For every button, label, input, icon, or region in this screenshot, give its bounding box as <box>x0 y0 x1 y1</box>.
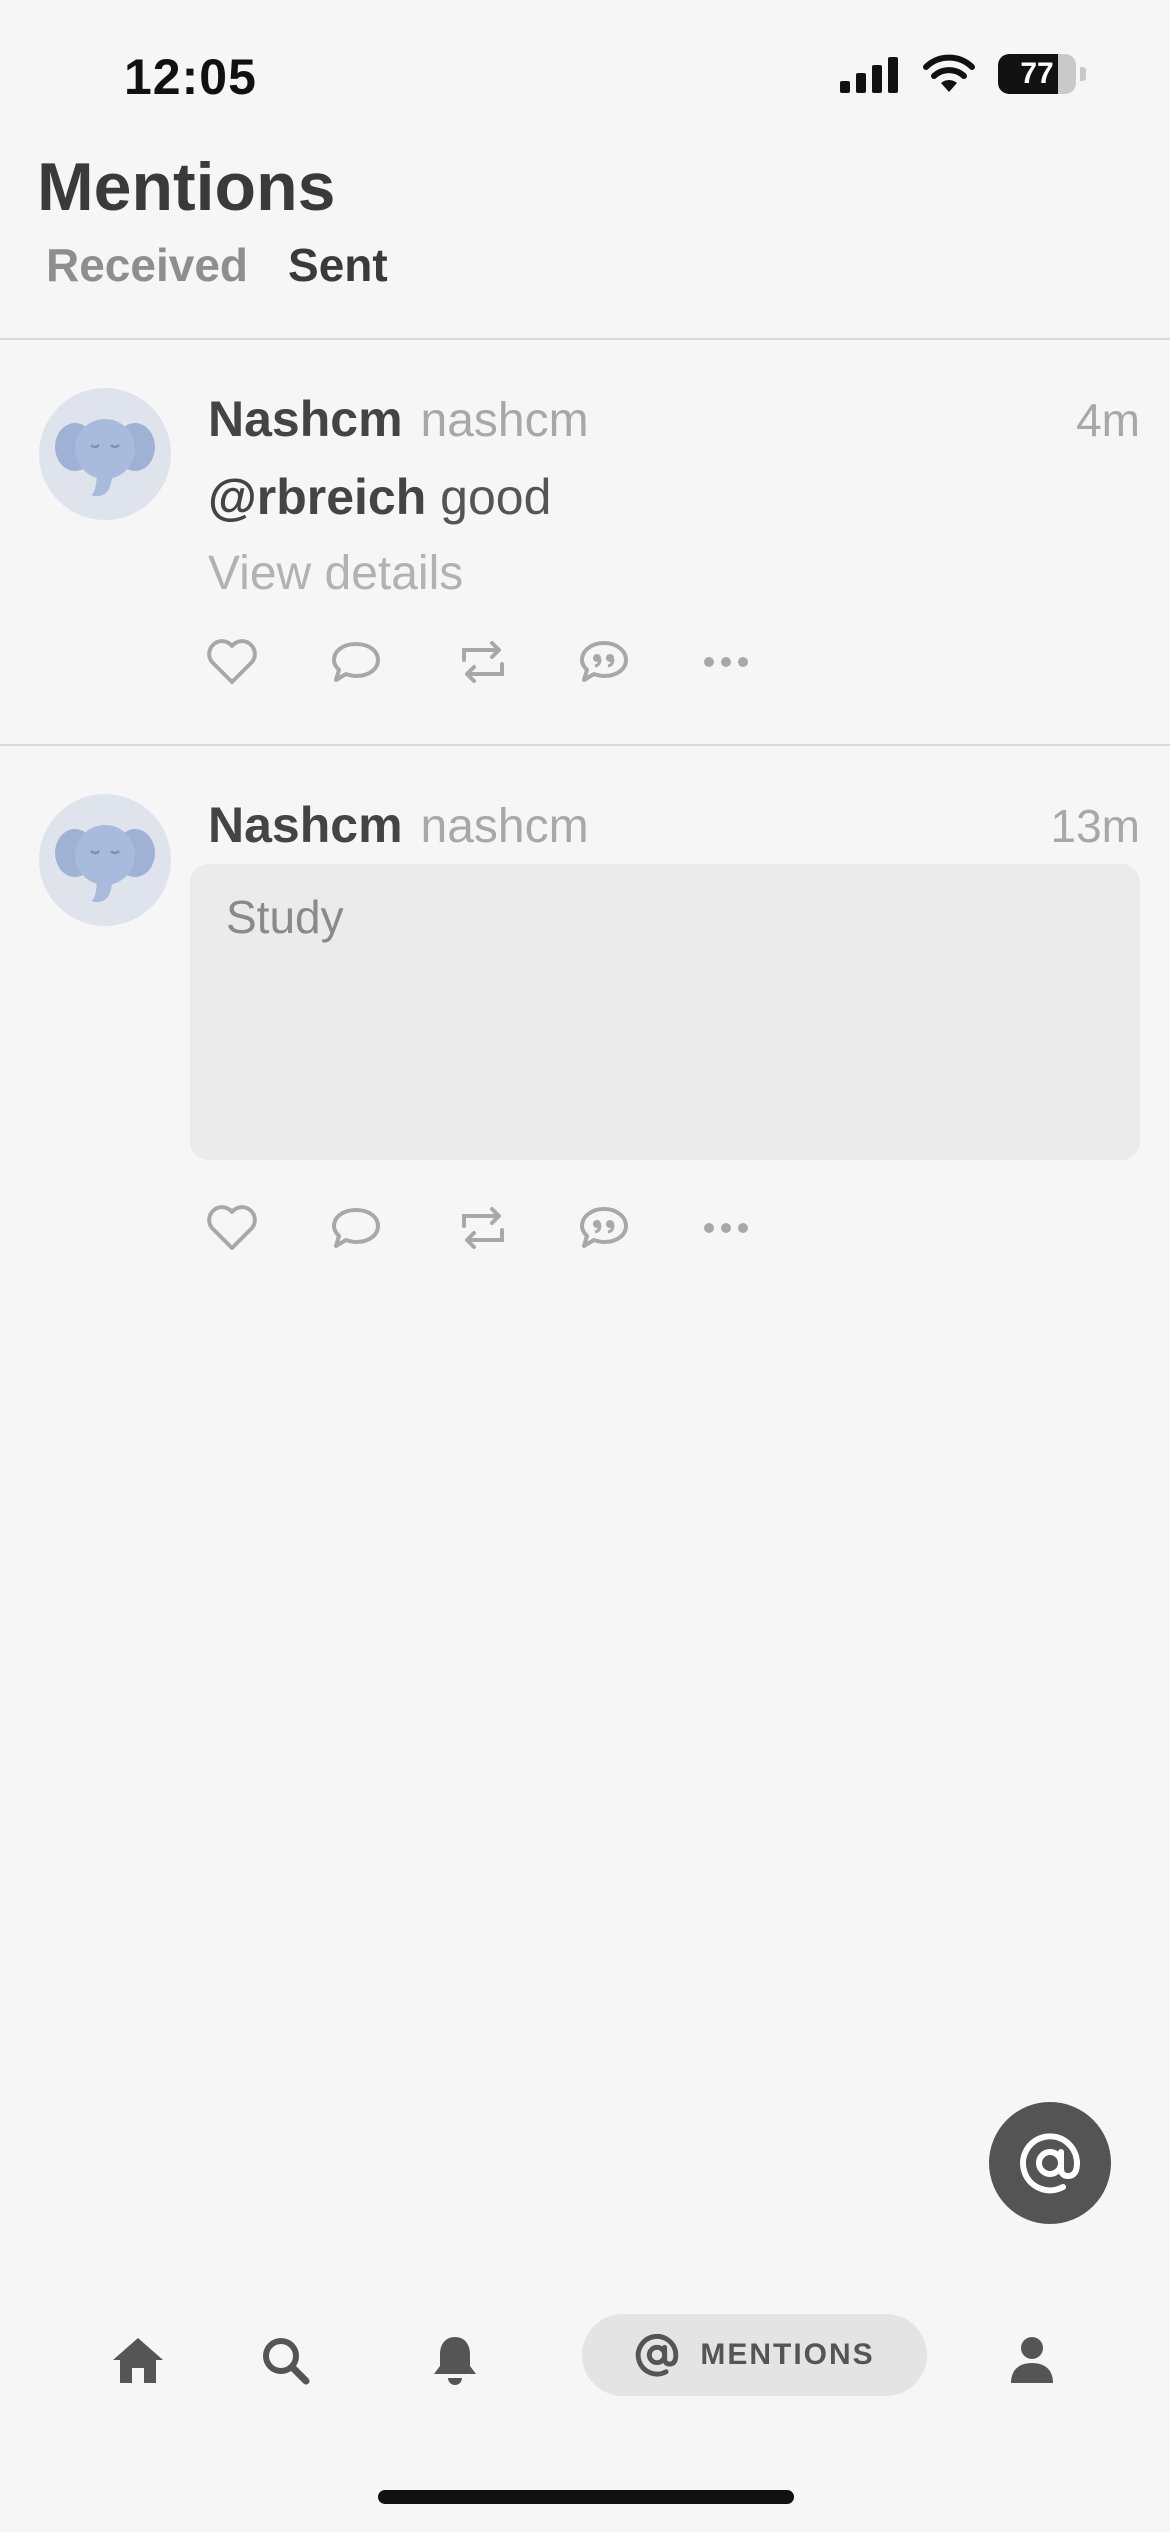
quote-icon <box>580 641 628 682</box>
comment-icon <box>332 642 380 682</box>
tab-sent[interactable]: Sent <box>288 238 388 292</box>
status-bar: 12:05 77 <box>0 0 1170 150</box>
quote-button[interactable] <box>578 632 702 692</box>
post-header: Nashcm nashcm 13m <box>208 796 1140 854</box>
bell-icon <box>434 2337 476 2385</box>
tab-mentions-label: MENTIONS <box>700 2338 875 2371</box>
user-icon <box>1011 2337 1053 2383</box>
at-sign-icon <box>1020 2133 1081 2194</box>
display-name[interactable]: Nashcm <box>208 390 403 448</box>
new-mention-button[interactable] <box>989 2102 1111 2224</box>
post-header: Nashcm nashcm 4m <box>208 390 1140 448</box>
card-text: Study <box>226 891 344 943</box>
elephant-avatar-icon <box>55 825 155 903</box>
search-icon <box>263 2338 310 2385</box>
avatar[interactable] <box>39 388 171 520</box>
mention-tabs: Received Sent <box>46 238 388 292</box>
post-actions <box>206 632 826 692</box>
page-title: Mentions <box>37 149 336 225</box>
cellular-signal-icon <box>840 57 898 93</box>
tab-home[interactable] <box>108 2316 168 2404</box>
post-time: 4m <box>1076 394 1140 446</box>
boost-button[interactable] <box>454 632 578 692</box>
boost-button[interactable] <box>454 1198 578 1258</box>
battery-indicator: 77 <box>998 54 1076 94</box>
heart-icon <box>207 639 257 684</box>
battery-nub <box>1080 67 1086 81</box>
avatar[interactable] <box>39 794 171 926</box>
mention-post[interactable]: Nashcm nashcm 4m @rbreich good View deta… <box>0 340 1170 744</box>
more-options-button[interactable] <box>702 1198 826 1258</box>
status-time: 12:05 <box>124 49 257 105</box>
post-actions <box>206 1198 826 1258</box>
repost-icon <box>462 1207 504 1249</box>
heart-icon <box>207 1205 257 1250</box>
tab-notifications[interactable] <box>425 2316 485 2404</box>
quote-icon <box>580 1207 628 1248</box>
tab-mentions[interactable]: MENTIONS <box>582 2314 927 2396</box>
bottom-tab-bar: MENTIONS <box>0 2290 1170 2430</box>
post-text-content: good <box>440 469 552 525</box>
comment-icon <box>332 1208 380 1248</box>
battery-percent: 77 <box>1020 57 1054 90</box>
tab-profile[interactable] <box>1002 2316 1062 2404</box>
tab-received[interactable]: Received <box>46 238 248 292</box>
reply-button[interactable] <box>330 1198 454 1258</box>
more-icon <box>704 657 748 667</box>
like-button[interactable] <box>206 1198 330 1258</box>
content-card[interactable]: Study <box>190 864 1140 1160</box>
at-sign-icon <box>636 2334 679 2377</box>
like-button[interactable] <box>206 632 330 692</box>
elephant-avatar-icon <box>55 419 155 497</box>
quote-button[interactable] <box>578 1198 702 1258</box>
repost-icon <box>462 641 504 683</box>
view-details-link[interactable]: View details <box>208 546 463 601</box>
post-time: 13m <box>1050 800 1140 852</box>
home-icon <box>113 2338 163 2383</box>
wifi-icon <box>923 54 975 92</box>
more-options-button[interactable] <box>702 632 826 692</box>
home-indicator <box>378 2490 794 2504</box>
user-handle[interactable]: nashcm <box>421 799 589 854</box>
status-icons: 77 <box>840 54 1086 94</box>
tab-search[interactable] <box>255 2316 315 2404</box>
display-name[interactable]: Nashcm <box>208 796 403 854</box>
mention-link[interactable]: @rbreich <box>208 469 426 525</box>
post-text: @rbreich good <box>208 468 551 526</box>
user-handle[interactable]: nashcm <box>421 393 589 448</box>
mention-post[interactable]: Nashcm nashcm 13m Study <box>0 746 1170 1286</box>
more-icon <box>704 1223 748 1233</box>
reply-button[interactable] <box>330 632 454 692</box>
header: Mentions Received Sent <box>0 140 1170 340</box>
